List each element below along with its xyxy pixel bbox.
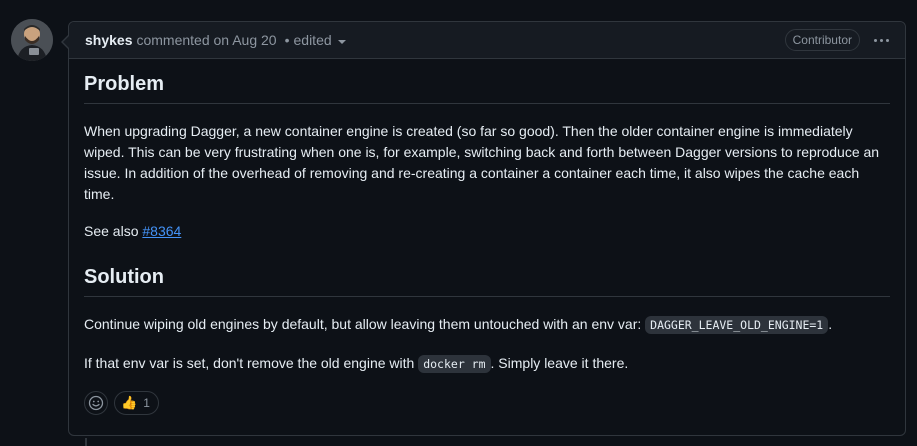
solution2-text: If that env var is set, don't remove the… [84,355,415,371]
timeline-line [85,438,87,446]
solution-paragraph: Continue wiping old engines by default, … [84,314,890,336]
see-also-prefix: See also [84,223,139,239]
solution-text: Continue wiping old engines by default, … [84,316,642,332]
solution2-paragraph: If that env var is set, don't remove the… [84,353,890,375]
more-dot [880,38,883,42]
smiley-icon[interactable] [84,391,108,415]
kebab-horizontal-icon[interactable] [872,35,891,46]
comment-box: shykes commented on Aug 20 • edited Cont… [61,21,906,436]
reactions-bar: 👍 1 [84,391,890,415]
avatar[interactable] [11,19,53,61]
header-separator: • [284,32,290,48]
role-badge: Contributor [784,29,860,51]
reaction-thumbs-up[interactable]: 👍 1 [114,391,159,415]
issue-link[interactable]: #8364 [142,223,181,239]
solution2-text-end: . Simply leave it there. [490,355,629,371]
comment-caret-inner [63,35,70,49]
problem-paragraph: When upgrading Dagger, a new container e… [84,123,880,202]
reaction-count: 1 [143,396,150,410]
comment-body: Problem When upgrading Dagger, a new con… [69,59,905,415]
avatar-image [11,19,53,61]
more-dot [886,38,889,42]
comment-header: shykes commented on Aug 20 • edited Cont… [69,22,905,59]
more-dot [874,38,877,42]
edited-dropdown[interactable]: edited [294,32,346,48]
env-var-code: DAGGER_LEAVE_OLD_ENGINE=1 [645,316,829,334]
edited-label: edited [293,32,332,48]
heading-solution: Solution [84,266,890,297]
comment-author[interactable]: shykes [85,32,132,48]
comment-timestamp[interactable]: commented on Aug 20 [136,32,276,48]
thumbs-up-icon: 👍 [121,395,138,410]
see-also-paragraph: See also #8364 [84,221,890,242]
smiley-icon-svg [88,395,104,411]
heading-problem: Problem [84,73,890,104]
chevron-down-icon [337,39,346,44]
docker-rm-code: docker rm [418,355,491,373]
solution-text-end: . [828,316,833,332]
